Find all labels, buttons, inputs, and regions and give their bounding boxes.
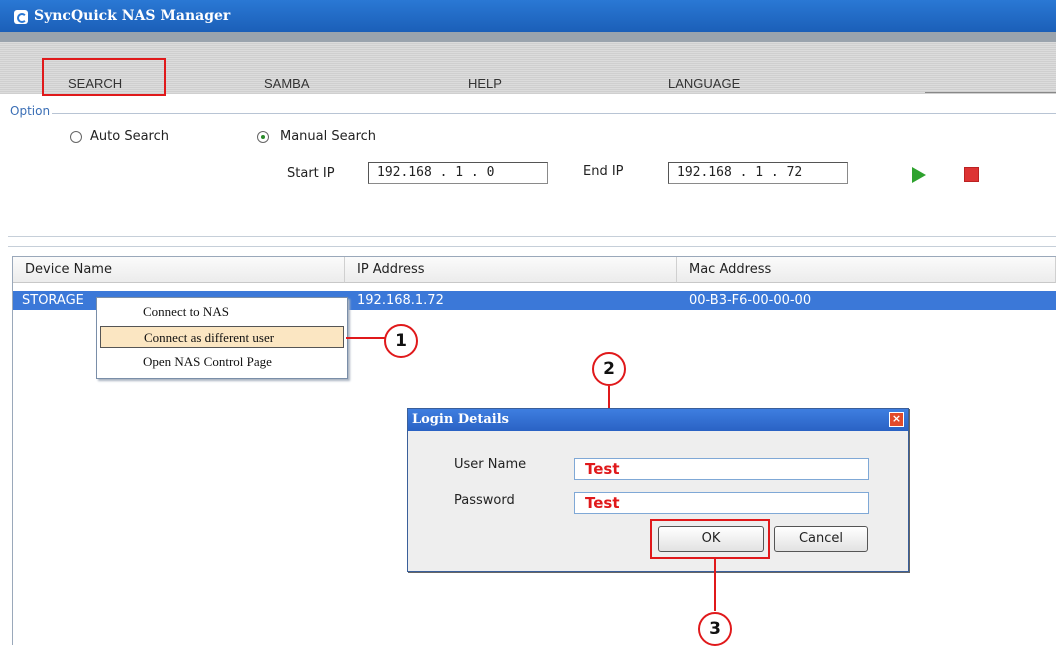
row-mac-address: 00-B3-F6-00-00-00	[689, 293, 812, 308]
menu-language[interactable]: LANGUAGE	[668, 76, 740, 91]
password-label: Password	[454, 493, 515, 508]
menu-item-connect-to-nas[interactable]: Connect to NAS	[97, 301, 347, 323]
callout-2: 2	[592, 352, 626, 386]
callout-3: 3	[698, 612, 732, 646]
search-highlight-box	[42, 58, 166, 96]
start-ip-label: Start IP	[287, 166, 335, 181]
column-device-name[interactable]: Device Name	[13, 257, 345, 283]
manual-search-radio[interactable]	[257, 131, 269, 143]
cancel-button[interactable]: Cancel	[774, 526, 868, 552]
stop-icon[interactable]	[964, 167, 979, 182]
end-ip-input[interactable]: 192.168 . 1 . 72	[668, 162, 848, 184]
ok-highlight-box	[650, 519, 770, 559]
dialog-title: Login Details	[408, 409, 908, 431]
row-ip-address: 192.168.1.72	[357, 293, 444, 308]
menu-help[interactable]: HELP	[468, 76, 502, 91]
password-input[interactable]: Test	[574, 492, 869, 514]
context-menu: Connect to NAS Connect as different user…	[96, 297, 348, 379]
separator	[8, 236, 1056, 237]
manual-search-label[interactable]: Manual Search	[280, 129, 376, 144]
option-legend: Option	[8, 104, 53, 118]
username-label: User Name	[454, 457, 527, 472]
callout-1-line	[346, 337, 386, 339]
auto-search-radio[interactable]	[70, 131, 82, 143]
callout-1: 1	[384, 324, 418, 358]
menu-item-connect-as-different-user[interactable]: Connect as different user	[100, 326, 344, 348]
menu-divider	[925, 92, 1056, 93]
window-title: SyncQuick NAS Manager	[34, 8, 231, 24]
column-ip-address[interactable]: IP Address	[345, 257, 677, 283]
callout-3-line	[714, 559, 716, 611]
menu-item-open-nas-control-page[interactable]: Open NAS Control Page	[97, 351, 347, 373]
separator	[8, 246, 1056, 247]
auto-search-label[interactable]: Auto Search	[90, 129, 169, 144]
option-group-border	[8, 113, 1056, 114]
menu-samba[interactable]: SAMBA	[264, 76, 310, 91]
row-device-name: STORAGE	[22, 293, 84, 308]
menu-bar-top-band	[0, 32, 1056, 42]
username-input[interactable]: Test	[574, 458, 869, 480]
end-ip-label: End IP	[583, 164, 624, 179]
app-icon	[14, 10, 28, 24]
start-ip-input[interactable]: 192.168 . 1 . 0	[368, 162, 548, 184]
play-icon[interactable]	[912, 167, 926, 183]
column-mac-address[interactable]: Mac Address	[677, 257, 1056, 283]
close-icon[interactable]: ×	[889, 412, 904, 427]
